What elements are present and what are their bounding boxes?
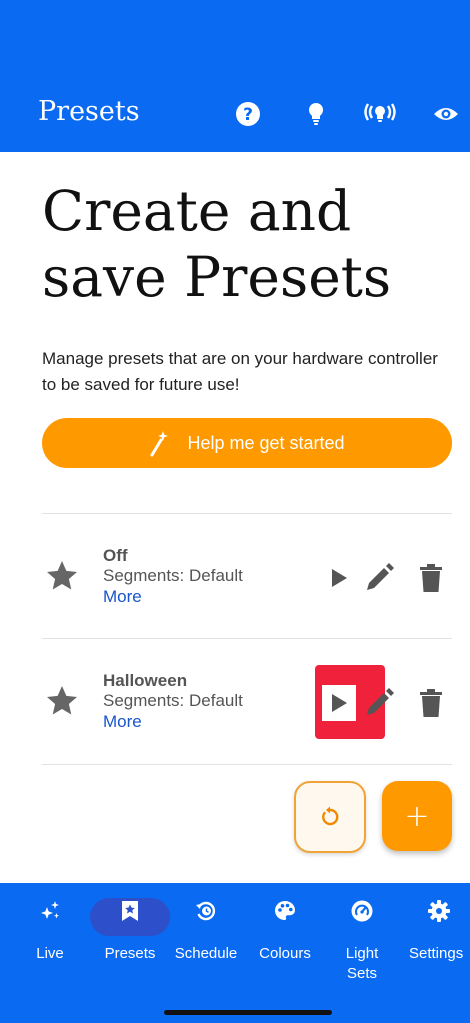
cta-label: Help me get started — [187, 432, 345, 453]
home-indicator — [164, 1010, 332, 1015]
palette-icon — [275, 901, 295, 920]
divider — [42, 513, 452, 514]
edit-pencil-icon[interactable] — [362, 560, 396, 596]
nav-label: Colours — [259, 945, 311, 962]
nav-label: Presets — [104, 945, 156, 962]
add-preset-button[interactable]: + — [382, 781, 452, 851]
trash-icon[interactable] — [414, 685, 448, 721]
divider — [42, 764, 452, 765]
gear-icon — [428, 900, 450, 922]
broadcast-icon[interactable] — [360, 94, 400, 134]
gauge-icon — [351, 900, 373, 922]
magic-wand-icon — [149, 429, 171, 457]
hero-title: Create and save Presets — [42, 178, 442, 310]
svg-text:?: ? — [243, 105, 253, 125]
nav-label: Schedule — [174, 945, 238, 962]
preset-name: Halloween — [103, 671, 188, 690]
nav-label-line: Light — [345, 945, 379, 962]
presets-screen: Presets ? Create and save Presets Manage… — [0, 0, 470, 1023]
play-icon[interactable] — [322, 685, 356, 721]
preset-segments: Segments: Default — [103, 566, 243, 585]
star-icon[interactable] — [44, 558, 80, 594]
eye-icon[interactable] — [426, 94, 466, 134]
hero-title-line: save Presets — [42, 245, 392, 309]
preset-info: Off Segments: Default More — [103, 546, 243, 608]
nav-label: Live — [36, 945, 64, 962]
preset-segments: Segments: Default — [103, 691, 243, 710]
edit-pencil-icon[interactable] — [362, 685, 396, 721]
refresh-button[interactable] — [294, 781, 366, 853]
bookmark-star-icon — [122, 901, 138, 921]
play-icon[interactable] — [322, 560, 356, 596]
preset-info: Halloween Segments: Default More — [103, 671, 243, 733]
header-actions: ? — [0, 94, 470, 134]
help-icon[interactable]: ? — [228, 94, 268, 134]
preset-name: Off — [103, 546, 128, 565]
hero-title-line: Create and — [42, 179, 352, 243]
more-link[interactable]: More — [103, 586, 243, 608]
nav-label: Light Sets — [320, 944, 404, 984]
divider — [42, 638, 452, 639]
sparkles-icon — [41, 901, 59, 919]
preset-row-halloween[interactable]: Halloween Segments: Default More — [42, 643, 452, 753]
refresh-icon — [322, 806, 339, 826]
nav-label: Settings — [409, 945, 464, 962]
preset-actions — [322, 560, 452, 596]
hero-description: Manage presets that are on your hardware… — [42, 349, 438, 394]
nav-label-line: Sets — [346, 965, 377, 982]
preset-actions — [315, 665, 452, 739]
preset-row-off[interactable]: Off Segments: Default More — [42, 518, 452, 628]
star-icon[interactable] — [44, 683, 80, 719]
help-me-get-started-button[interactable]: Help me get started — [42, 418, 452, 468]
trash-icon[interactable] — [414, 560, 448, 596]
more-link[interactable]: More — [103, 711, 243, 733]
app-header: Presets ? — [0, 0, 470, 152]
bulb-icon[interactable] — [296, 94, 336, 134]
clock-history-icon — [196, 901, 216, 921]
bottom-nav: Live Presets Schedule Colours Light Sets… — [0, 883, 470, 1023]
